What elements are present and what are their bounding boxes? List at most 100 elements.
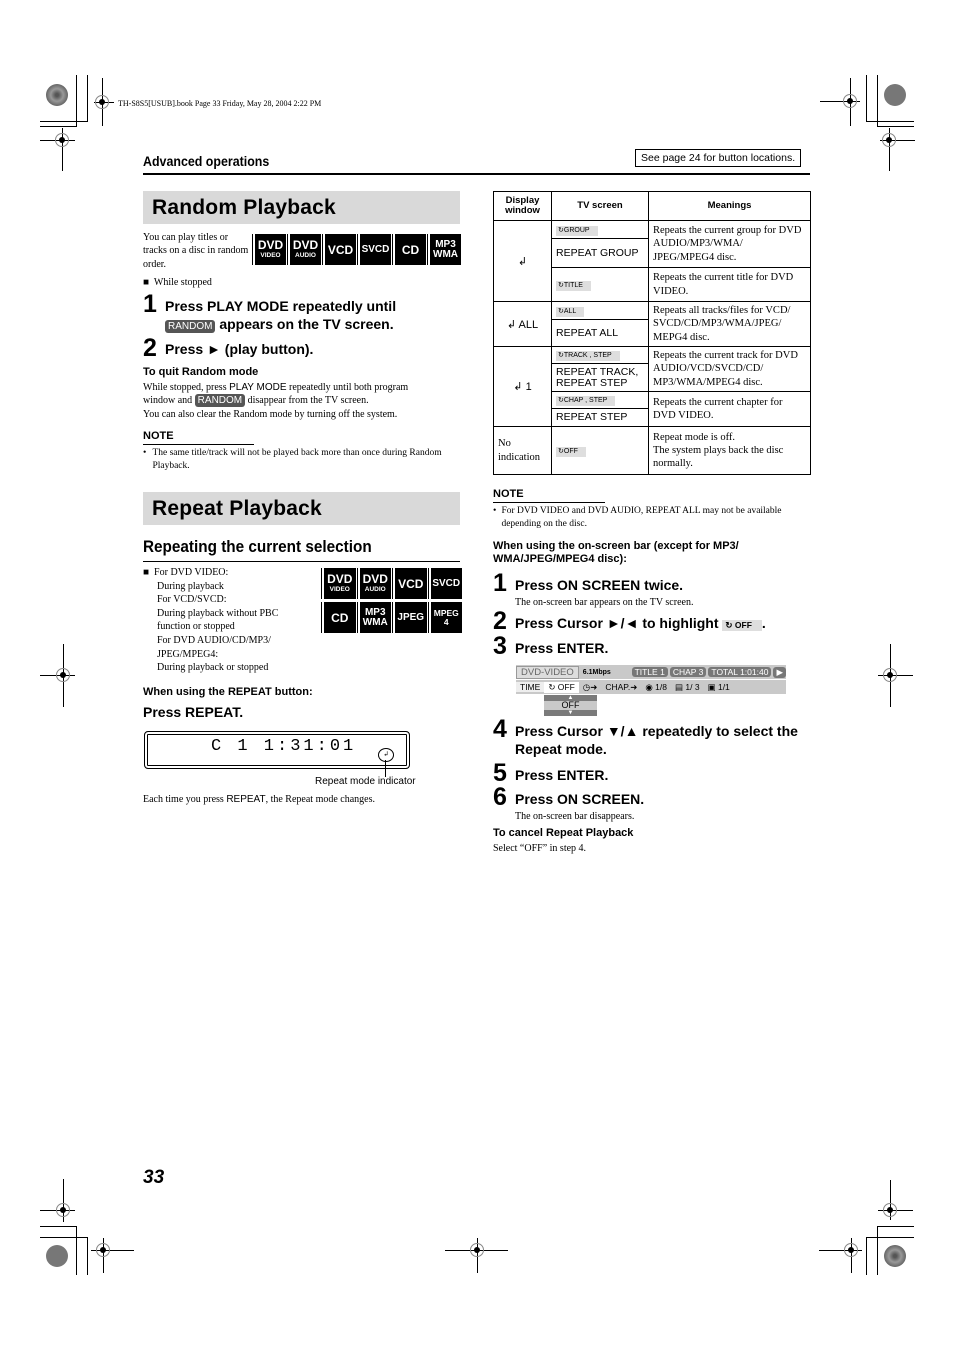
random-step-1: Press PLAY MODE repeatedly until RANDOM … [165,298,397,333]
registration-mark-icon [95,95,109,109]
bullet-square-icon: ■ [143,567,150,578]
repeat-chip: ↻TRACK , STEP [556,351,620,361]
disc-badge: SVCD [358,234,391,265]
repeat-mode-table: Display window TV screen Meanings ↲ ↻GRO… [493,191,811,475]
disc-badge: DVD VIDEO [253,234,286,265]
onscreen-bar-title: When using the on-screen bar (except for… [493,540,739,565]
table-row: ↲ 1 ↻TRACK , STEP Repeats the current tr… [493,346,811,427]
registration-disc-icon [46,1245,68,1267]
registration-mark-icon [883,1203,897,1217]
registration-mark-icon [882,133,896,147]
repeat-mode-indicator-icon: ↲ [378,748,394,762]
right-note: • For DVD VIDEO and DVD AUDIO, REPEAT ALL… [493,506,782,529]
registration-mark-icon [883,668,897,682]
see-page-box: See page 24 for button locations. [635,149,802,167]
random-step-2: Press ► (play button). [165,341,314,357]
onscreen-step-2: Press Cursor ►/◄ to highlight ↻ OFF. [515,615,766,631]
disc-badge: SVCD [428,568,462,599]
display-repeat-icon: ↲ [493,220,552,302]
table-row: No indication ↻OFF Repeat mode is off. Th… [493,426,811,475]
registration-mark-icon [470,1243,484,1257]
table-row: ↲ ALL ↻ALL Repeats all tracks/files for … [493,301,811,347]
bullet-square-icon: ■ [143,277,150,288]
random-indicator: RANDOM [165,320,216,333]
table-row: ↲ ↻GROUP Repeats the current group for D… [493,220,811,302]
step-number: 3 [493,632,507,660]
disc-badge: MP3 WMA [428,234,461,265]
onscreen-step-4: Press Cursor ▼/▲ repeatedly to select th… [515,723,798,757]
random-playback-title: Random Playback [143,191,460,224]
table-header: TV screen [551,191,649,221]
quit-random-text: While stopped, press PLAY MODE repeatedl… [143,382,409,420]
osd-chapter[interactable]: CHAP.➜ [601,682,641,693]
disc-badge: JPEG [393,602,427,633]
repeat-playback-title: Repeat Playback [143,492,460,525]
repeat-disc-badges: DVD VIDEO DVD AUDIO VCD SVCD CD MP3 WMA JPE… [322,568,462,633]
registration-disc-icon [884,1245,906,1267]
step-number: 2 [493,607,507,635]
osd-angle[interactable]: ▣ 1/1 [704,682,734,693]
registration-mark-icon [55,133,69,147]
random-intro: You can play titles or tracks on a disc … [143,232,249,270]
disc-badge: MPEG 4 [428,602,462,633]
step-number: 4 [493,715,507,743]
registration-mark-icon [843,94,857,108]
osd-subtitle[interactable]: ▤ 1/ 3 [671,682,704,693]
osd-time[interactable]: TIME [516,682,545,692]
random-indicator: RANDOM [194,394,246,408]
disc-badge: VCD [323,234,356,265]
disc-badge: MP3 WMA [357,602,391,633]
disc-badge: DVD AUDIO [288,234,321,265]
right-note-title: NOTE [493,488,524,500]
repeat-chip: ↻OFF [556,446,586,457]
repeat-button-title: When using the REPEAT button: [143,686,313,698]
repeat-dropdown[interactable]: ▲ OFF ▼ [544,695,597,716]
on-screen-bar: DVD-VIDEO 6.1Mbps TITLE 1 CHAP 3 TOTAL 1… [516,665,786,716]
osd-audio[interactable]: ◉ 1/8 [641,682,671,693]
random-disc-badges: DVD VIDEO DVD AUDIO VCD SVCD CD MP3 WMA [253,234,461,265]
print-slug: TH-S8S5[USUB].book Page 33 Friday, May 2… [118,99,322,108]
timer-icon[interactable]: ◷➜ [579,682,602,693]
disc-badge: CD [393,234,426,265]
disc-badge: VCD [393,568,427,599]
osd-repeat[interactable]: ↻ OFF [544,681,579,693]
random-step-1-number: 1 [143,290,157,318]
header-rule [143,173,810,175]
registration-mark-icon [96,1243,110,1257]
random-condition: ■ While stopped [143,277,212,288]
random-step-2-number: 2 [143,334,157,362]
random-note-title: NOTE [143,430,174,442]
down-arrow-icon: ▼ [567,710,574,716]
cancel-repeat-title: To cancel Repeat Playback [493,827,634,839]
onscreen-step-6-sub: The on-screen bar disappears. [515,811,635,822]
onscreen-step-3: Press ENTER. [515,640,609,656]
repeat-conditions: ■ For DVD VIDEO: During playback For VCD… [143,567,279,674]
step-number: 5 [493,759,507,787]
disc-badge: DVD VIDEO [322,568,356,599]
table-header: Meanings [648,191,811,221]
repeat-chip: ↻CHAP , STEP [556,396,616,406]
registration-mark-icon [844,1243,858,1257]
cancel-repeat-text: Select “OFF” in step 4. [493,843,587,854]
onscreen-step-6: Press ON SCREEN. [515,791,645,807]
repeat-chip: ↻ALL [556,306,585,317]
onscreen-step-5: Press ENTER. [515,767,609,783]
page-number: 33 [143,1167,165,1188]
random-note: • The same title/track will not be played… [143,448,442,471]
quit-random-title: To quit Random mode [143,366,259,378]
disc-badge: DVD AUDIO [357,568,391,599]
repeating-current-selection-heading: Repeating the current selection [143,537,372,556]
registration-disc-icon [46,84,68,106]
disc-badge: CD [322,602,356,633]
repeat-chip: ↻TITLE [556,280,591,291]
registration-disc-icon [884,84,906,106]
repeat-off-chip: ↻ OFF [722,620,762,631]
registration-mark-icon [56,668,70,682]
play-icon: ▶ [773,666,786,678]
repeat-chip: ↻GROUP [556,225,598,236]
repeat-indicator-label: Repeat mode indicator [315,776,416,787]
step-number: 6 [493,783,507,811]
repeat-each-time: Each time you press REPEAT, the Repeat m… [143,794,375,805]
step-number: 1 [493,569,507,597]
section-header: Advanced operations [143,154,270,169]
